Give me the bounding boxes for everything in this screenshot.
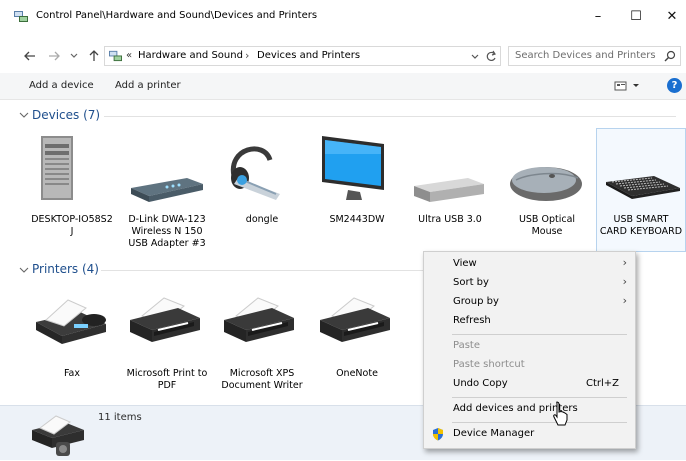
add-device-button[interactable]: Add a device [29,80,94,91]
fax-icon [36,299,106,344]
device-label: dongle [245,214,279,225]
printer-label: OneNote [336,368,378,379]
close-icon: ✕ [666,8,678,24]
device-label: D-Link DWA-123 Wireless N 150 USB Adapte… [128,214,206,249]
monitor-icon [322,136,384,200]
menu-item-undo-copy[interactable]: Undo Copy [453,378,508,389]
menu-item-refresh[interactable]: Refresh [453,315,491,326]
uac-shield-icon [432,427,444,441]
search-icon[interactable] [664,50,676,62]
printers-group-divider [101,270,423,271]
up-button[interactable] [86,48,102,64]
computer-tower-icon [41,136,73,200]
device-label: USB SMART CARD KEYBOARD [599,214,683,237]
printer-item-xps-writer[interactable] [222,296,296,346]
menu-separator [452,422,627,423]
printer-label: Microsoft XPS Document Writer [221,368,303,391]
menu-separator [452,397,627,398]
breadcrumb-devices-and-printers[interactable]: Devices and Printers [257,50,360,61]
device-item-desktop[interactable] [37,134,77,204]
add-printer-button[interactable]: Add a printer [115,80,181,91]
help-icon: ? [671,80,678,91]
control-panel-icon [13,9,29,23]
external-drive-icon [414,178,484,202]
menu-item-paste[interactable]: Paste [453,340,480,351]
device-label: SM2443DW [329,214,385,225]
command-bar [0,73,686,100]
device-item-ultra-usb[interactable] [412,176,486,204]
menu-item-sort-by[interactable]: Sort by [453,277,489,288]
printer-label: Fax [63,368,81,379]
menu-item-paste-shortcut[interactable]: Paste shortcut [453,359,525,370]
keyboard-icon [606,176,680,199]
printer-item-print-to-pdf[interactable] [128,296,202,346]
minimize-icon: – [594,8,602,24]
change-view-button[interactable] [614,80,640,92]
undo-shortcut-key: Ctrl+Z [585,378,619,389]
menu-item-view[interactable]: View [453,258,477,269]
recent-locations-button[interactable] [66,48,82,64]
devices-collapse-toggle[interactable] [19,110,29,120]
forward-arrow-icon [49,51,60,61]
refresh-icon [486,50,496,62]
view-options-icon [614,81,639,91]
device-label: USB Optical Mouse [518,214,576,237]
close-button[interactable]: ✕ [652,0,686,32]
maximize-button[interactable]: ☐ [616,0,656,32]
printers-collapse-toggle[interactable] [19,265,29,275]
control-panel-small-icon [108,49,123,62]
printer-icon [320,297,390,342]
pointer-cursor-icon [552,400,570,428]
breadcrumb-separator: › [245,49,250,62]
minimize-button[interactable]: – [578,0,618,32]
chevron-down-icon [471,54,479,59]
device-item-mouse[interactable] [508,160,584,204]
refresh-button[interactable] [485,49,499,63]
devices-and-printers-icon [30,414,86,458]
devices-group-divider [104,116,676,117]
item-count: 11 items [98,412,142,423]
printer-icon [224,297,294,342]
printers-group-header[interactable]: Printers (4) [32,262,99,276]
usb-adapter-icon [131,178,203,202]
printer-item-onenote[interactable] [318,296,392,346]
breadcrumb-hardware-and-sound[interactable]: Hardware and Sound [138,50,243,61]
printer-icon [130,297,200,342]
breadcrumb-overflow[interactable]: « [126,50,132,61]
maximize-icon: ☐ [630,8,642,24]
device-label: DESKTOP-IO58S2 J [31,214,113,237]
devices-group-header[interactable]: Devices (7) [32,108,100,122]
device-item-dlink[interactable] [127,168,205,204]
printer-label: Microsoft Print to PDF [126,368,208,391]
device-item-keyboard[interactable] [604,174,682,202]
mouse-icon [510,167,582,201]
device-item-dongle[interactable] [224,138,284,204]
submenu-chevron-icon: › [622,256,627,269]
forward-button[interactable] [46,48,62,64]
printer-item-fax[interactable] [34,296,110,346]
up-arrow-icon [89,50,99,61]
device-label: Ultra USB 3.0 [418,214,482,225]
address-dropdown-button[interactable] [470,49,482,63]
help-button[interactable]: ? [667,78,682,93]
back-arrow-icon [24,51,35,61]
chevron-down-icon [19,267,29,273]
menu-item-group-by[interactable]: Group by [453,296,499,307]
window-title: Control Panel\Hardware and Sound\Devices… [36,10,318,21]
headset-icon [230,146,280,200]
context-menu: View › Sort by › Group by › Refresh Past… [423,251,636,449]
submenu-chevron-icon: › [622,294,627,307]
submenu-chevron-icon: › [622,275,627,288]
back-button[interactable] [22,48,38,64]
menu-separator [452,334,627,335]
menu-item-device-manager[interactable]: Device Manager [453,428,534,439]
chevron-down-icon [19,112,29,118]
device-item-monitor[interactable] [318,134,390,204]
chevron-down-icon [70,53,78,58]
search-placeholder: Search Devices and Printers [515,50,656,61]
